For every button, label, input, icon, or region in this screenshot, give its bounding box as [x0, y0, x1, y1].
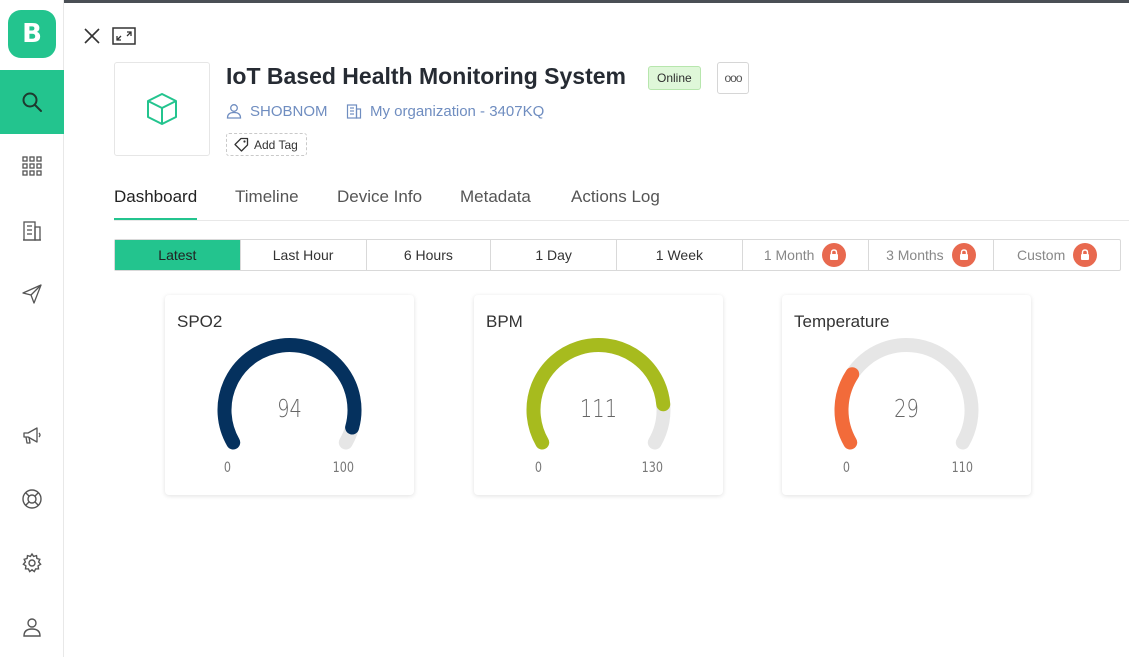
lock-icon — [1073, 243, 1098, 267]
megaphone-icon — [23, 427, 41, 444]
owner-name: SHOBNOM — [250, 102, 328, 120]
tab-timeline[interactable]: Timeline — [235, 187, 299, 220]
range-3-months[interactable]: 3 Months — [869, 240, 995, 270]
range-1-week[interactable]: 1 Week — [617, 240, 743, 270]
close-icon — [84, 28, 100, 44]
gauge-widget-temperature[interactable]: Temperature 29 0 110 — [782, 295, 1031, 495]
paper-plane-icon — [22, 284, 42, 304]
user-icon — [23, 618, 41, 637]
gauge-max: 100 — [332, 460, 355, 476]
gear-icon — [22, 552, 42, 573]
sidebar-item-messages[interactable] — [0, 274, 64, 314]
add-tag-button[interactable]: Add Tag — [226, 133, 307, 156]
gauge-widget-spo2[interactable]: SPO2 94 0 100 — [165, 295, 414, 495]
gauge-value: 94 — [277, 394, 302, 423]
top-border — [0, 0, 1129, 3]
lifebuoy-icon — [22, 489, 42, 509]
range-1-day[interactable]: 1 Day — [491, 240, 617, 270]
cube-icon — [147, 93, 177, 125]
lock-icon — [951, 243, 976, 267]
close-button[interactable] — [80, 24, 104, 48]
tab-bar: Dashboard Timeline Device Info Metadata … — [114, 183, 1129, 221]
sidebar-item-organizations[interactable] — [0, 210, 64, 250]
gauge-widget-bpm[interactable]: BPM 111 0 130 — [474, 295, 723, 495]
tab-dashboard[interactable]: Dashboard — [114, 187, 198, 220]
range-label: Latest — [158, 247, 197, 263]
sidebar-item-profile[interactable] — [0, 607, 64, 647]
device-image[interactable] — [114, 62, 210, 156]
range-1-month[interactable]: 1 Month — [743, 240, 869, 270]
time-range-selector: Latest Last Hour 6 Hours 1 Day 1 Week 1 … — [114, 239, 1121, 271]
sidebar-item-devices[interactable] — [0, 146, 64, 186]
range-label: 1 Week — [655, 247, 703, 263]
building-icon — [23, 221, 41, 241]
sidebar-item-help[interactable] — [0, 479, 64, 519]
range-last-hour[interactable]: Last Hour — [241, 240, 367, 270]
tab-actions-log[interactable]: Actions Log — [571, 187, 660, 220]
range-label: Custom — [1017, 247, 1066, 263]
gauge-max: 130 — [641, 460, 664, 476]
device-title: IoT Based Health Monitoring System — [226, 63, 626, 89]
range-label: Last Hour — [272, 247, 334, 263]
user-icon — [226, 104, 242, 119]
range-latest[interactable]: Latest — [115, 240, 241, 270]
tab-metadata[interactable]: Metadata — [460, 187, 531, 220]
organization-link[interactable]: My organization - 3407KQ — [346, 100, 544, 122]
range-label: 3 Months — [886, 247, 944, 263]
range-label: 1 Month — [763, 247, 815, 263]
gauge-value: 29 — [894, 394, 919, 423]
search-icon — [22, 92, 42, 112]
collapse-button[interactable] — [112, 24, 136, 48]
grid-icon — [22, 156, 42, 176]
sidebar-item-search[interactable] — [0, 70, 64, 134]
building-icon — [346, 104, 362, 119]
gauge-min: 0 — [223, 460, 232, 476]
range-label: 1 Day — [535, 247, 572, 263]
add-tag-label: Add Tag — [254, 137, 298, 152]
gauge-min: 0 — [842, 460, 851, 476]
gauge-max: 110 — [951, 460, 974, 476]
range-label: 6 Hours — [403, 247, 453, 263]
collapse-icon — [112, 27, 136, 45]
status-badge: Online — [648, 66, 701, 90]
sidebar: B — [0, 0, 64, 657]
tab-device-info[interactable]: Device Info — [337, 187, 422, 220]
more-options-button[interactable]: ooo — [717, 62, 749, 94]
app-logo[interactable]: B — [8, 10, 56, 58]
sidebar-item-announcements[interactable] — [0, 416, 64, 456]
organization-name: My organization - 3407KQ — [370, 102, 545, 120]
lock-icon — [822, 243, 847, 267]
tag-icon — [234, 137, 249, 152]
owner-link[interactable]: SHOBNOM — [226, 100, 328, 122]
range-custom[interactable]: Custom — [994, 240, 1120, 270]
gauge-value: 111 — [579, 394, 618, 423]
gauge-min: 0 — [534, 460, 543, 476]
sidebar-item-settings[interactable] — [0, 543, 64, 583]
range-6-hours[interactable]: 6 Hours — [367, 240, 492, 270]
